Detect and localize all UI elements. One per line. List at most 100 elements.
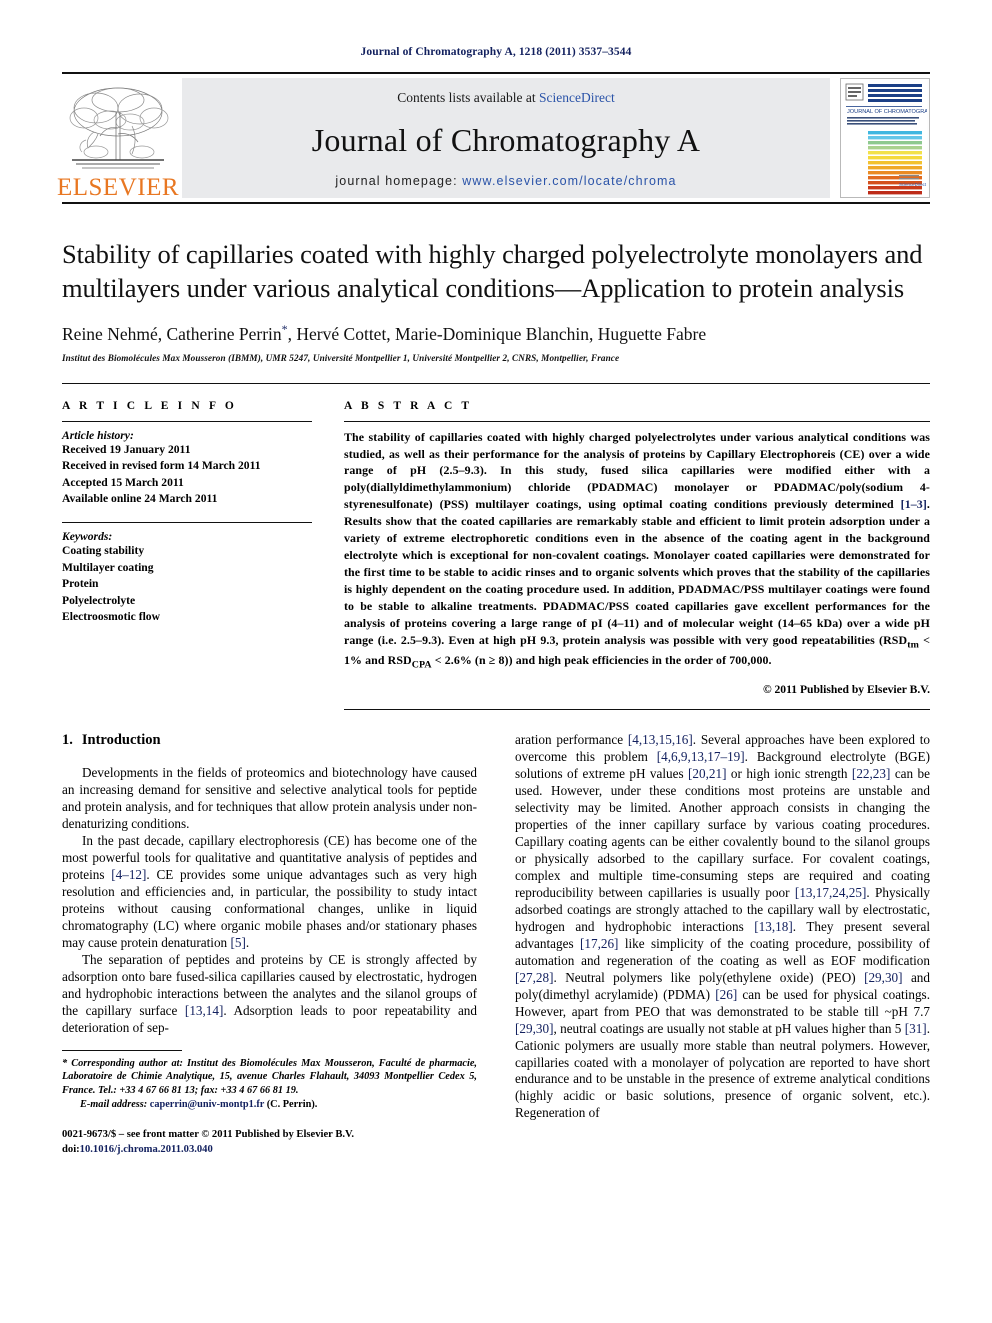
citation-reference[interactable]: [17,26] [580,936,618,951]
keyword-item: Coating stability [62,543,145,557]
citation-reference[interactable]: [5] [230,935,245,950]
keyword-item: Electroosmotic flow [62,610,160,624]
body-paragraph: In the past decade, capillary electropho… [62,833,477,952]
doi-link[interactable]: 10.1016/j.chroma.2011.03.040 [80,1144,213,1155]
body-paragraph: Developments in the fields of proteomics… [62,765,477,833]
article-history-item: Available online 24 March 2011 [62,492,218,506]
abstract-text: The stability of capillaries coated with… [344,429,930,673]
contents-prefix: Contents lists available at [397,90,539,105]
body-paragraph: The separation of peptides and proteins … [62,952,477,1037]
keyword-item: Protein [62,577,99,591]
abstract-label: A B S T R A C T [344,399,473,412]
elsevier-wordmark: ELSEVIER [56,174,180,201]
journal-title: Journal of Chromatography A [311,121,701,158]
affiliation: Institut des Biomolécules Max Mousseron … [62,352,620,363]
citation-reference[interactable]: [31] [905,1021,927,1036]
abstract-segment-4: < 2.6% (n ≥ 8)) and high peak efficienci… [431,652,772,667]
elsevier-logo: ELSEVIER [57,74,179,200]
corresponding-author-text: * Corresponding author at: Institut des … [62,1057,477,1097]
cover-artwork-icon: JOURNAL OF CHROMATOGRAPHY A [841,79,929,197]
citation-reference[interactable]: [22,23] [852,766,890,781]
email-label: E-mail address: [80,1098,148,1110]
section-heading-introduction: 1. Introduction [62,732,477,749]
journal-homepage-line: journal homepage: www.elsevier.com/locat… [335,174,676,188]
intro-right-paragraphs: aration performance [4,13,15,16]. Severa… [515,732,930,1122]
masthead-bottom-rule [62,202,930,204]
intro-left-paragraphs: Developments in the fields of proteomics… [62,765,477,1036]
article-history-item: Received 19 January 2011 [62,442,191,456]
info-rule-top [62,420,312,422]
article-history-item: Received in revised form 14 March 2011 [62,459,261,473]
abstract-rule-top [344,420,930,422]
article-info-column: A R T I C L E I N F O Article history: R… [62,400,312,711]
article-history-heading: Article history: [62,428,134,442]
citation-reference[interactable]: [13,18] [754,919,792,934]
homepage-prefix: journal homepage: [335,174,463,188]
article-title: Stability of capillaries coated with hig… [62,239,923,303]
abstract-reference-1[interactable]: [1–3] [901,497,927,511]
journal-cover-thumbnail[interactable]: JOURNAL OF CHROMATOGRAPHY A [840,78,930,198]
running-head: Journal of Chromatography A, 1218 (2011)… [360,46,632,58]
article-history-item: Accepted 15 March 2011 [62,475,184,489]
citation-reference[interactable]: [4,6,9,13,17–19] [657,749,745,764]
corresponding-author-marker: * [281,321,288,336]
abstract-rule-bottom [344,709,930,711]
body-right-column: aration performance [4,13,15,16]. Severa… [515,732,930,1157]
paragraph-text: aration performance [515,732,628,748]
contents-available-line: Contents lists available at ScienceDirec… [397,90,614,106]
article-info-label: A R T I C L E I N F O [62,399,237,412]
sciencedirect-link[interactable]: ScienceDirect [539,90,615,105]
svg-text:ScienceDirect: ScienceDirect [899,182,927,187]
paragraph-text: . Neutral polymers like poly(ethylene ox… [553,969,865,985]
footnote-area: * Corresponding author at: Institut des … [62,1049,477,1158]
masthead-center: Contents lists available at ScienceDirec… [182,78,830,198]
body-left-column: 1. Introduction Developments in the field… [62,732,477,1157]
citation-reference[interactable]: [26] [715,987,737,1002]
article-page: Journal of Chromatography A, 1218 (2011)… [0,0,992,1323]
keywords-block: Keywords: Coating stability Multilayer co… [62,530,312,626]
abstract-segment-2: . Results show that the coated capillari… [344,497,930,647]
elsevier-tree-icon [69,87,169,169]
info-abstract-block: A R T I C L E I N F O Article history: R… [62,382,930,711]
keyword-item: Multilayer coating [62,560,154,574]
svg-text:JOURNAL OF CHROMATOGRAPHY A: JOURNAL OF CHROMATOGRAPHY A [847,109,927,115]
article-history-list: Received 19 January 2011 Received in revi… [62,442,312,508]
paragraph-text: . [245,934,250,950]
citation-reference[interactable]: [29,30] [515,1021,553,1036]
citation-reference[interactable]: [13,14] [185,1003,223,1018]
info-rule-mid [62,521,312,523]
journal-masthead: ELSEVIER Contents lists available at Sci… [57,72,930,200]
abstract-column: A B S T R A C T The stability of capilla… [344,400,930,711]
citation-reference[interactable]: [29,30] [864,970,902,985]
email-link[interactable]: caperrin@univ-montp1.fr [150,1099,264,1110]
citation-reference[interactable]: [4,13,15,16] [628,732,693,747]
abstract-subscript-cpa: CPA [411,659,432,671]
abstract-segment-1: The stability of capillaries coated with… [344,429,930,512]
abstract-copyright: © 2011 Published by Elsevier B.V. [762,683,930,697]
paragraph-text: , neutral coatings are usually not stabl… [553,1020,905,1036]
homepage-url-link[interactable]: www.elsevier.com/locate/chroma [462,174,676,188]
paragraph-text: can be used. However, under these condit… [515,766,930,900]
doi-line: doi:10.1016/j.chroma.2011.03.040 [62,1142,477,1157]
email-suffix: (C. Perrin). [264,1098,318,1110]
citation-reference[interactable]: [20,21] [688,766,726,781]
front-matter-line: 0021-9673/$ – see front matter © 2011 Pu… [62,1129,354,1141]
email-note: E-mail address: caperrin@univ-montp1.fr … [62,1098,477,1112]
citation-reference[interactable]: [27,28] [515,970,553,985]
keyword-item: Polyelectrolyte [62,593,136,607]
paragraph-text: Developments in the fields of proteomics… [62,765,477,832]
body-paragraph: aration performance [4,13,15,16]. Severa… [515,732,930,1122]
paragraph-text: or high ionic strength [726,766,852,782]
citation-reference[interactable]: [13,17,24,25] [795,885,866,900]
citation-reference[interactable]: [4–12] [111,867,146,882]
keywords-heading: Keywords: [62,529,113,543]
footnote-rule [62,1049,182,1051]
imprint-block: 0021-9673/$ – see front matter © 2011 Pu… [62,1127,477,1157]
section-title: Introduction [81,732,161,749]
abstract-subscript-tm: tm [907,638,919,650]
keywords-list: Coating stability Multilayer coating Prote… [62,543,312,626]
section-number: 1. [62,732,73,749]
body-columns: 1. Introduction Developments in the field… [62,732,930,1157]
corresponding-author-note: * Corresponding author at: Institut des … [62,1057,477,1098]
doi-label: doi: [62,1144,80,1156]
